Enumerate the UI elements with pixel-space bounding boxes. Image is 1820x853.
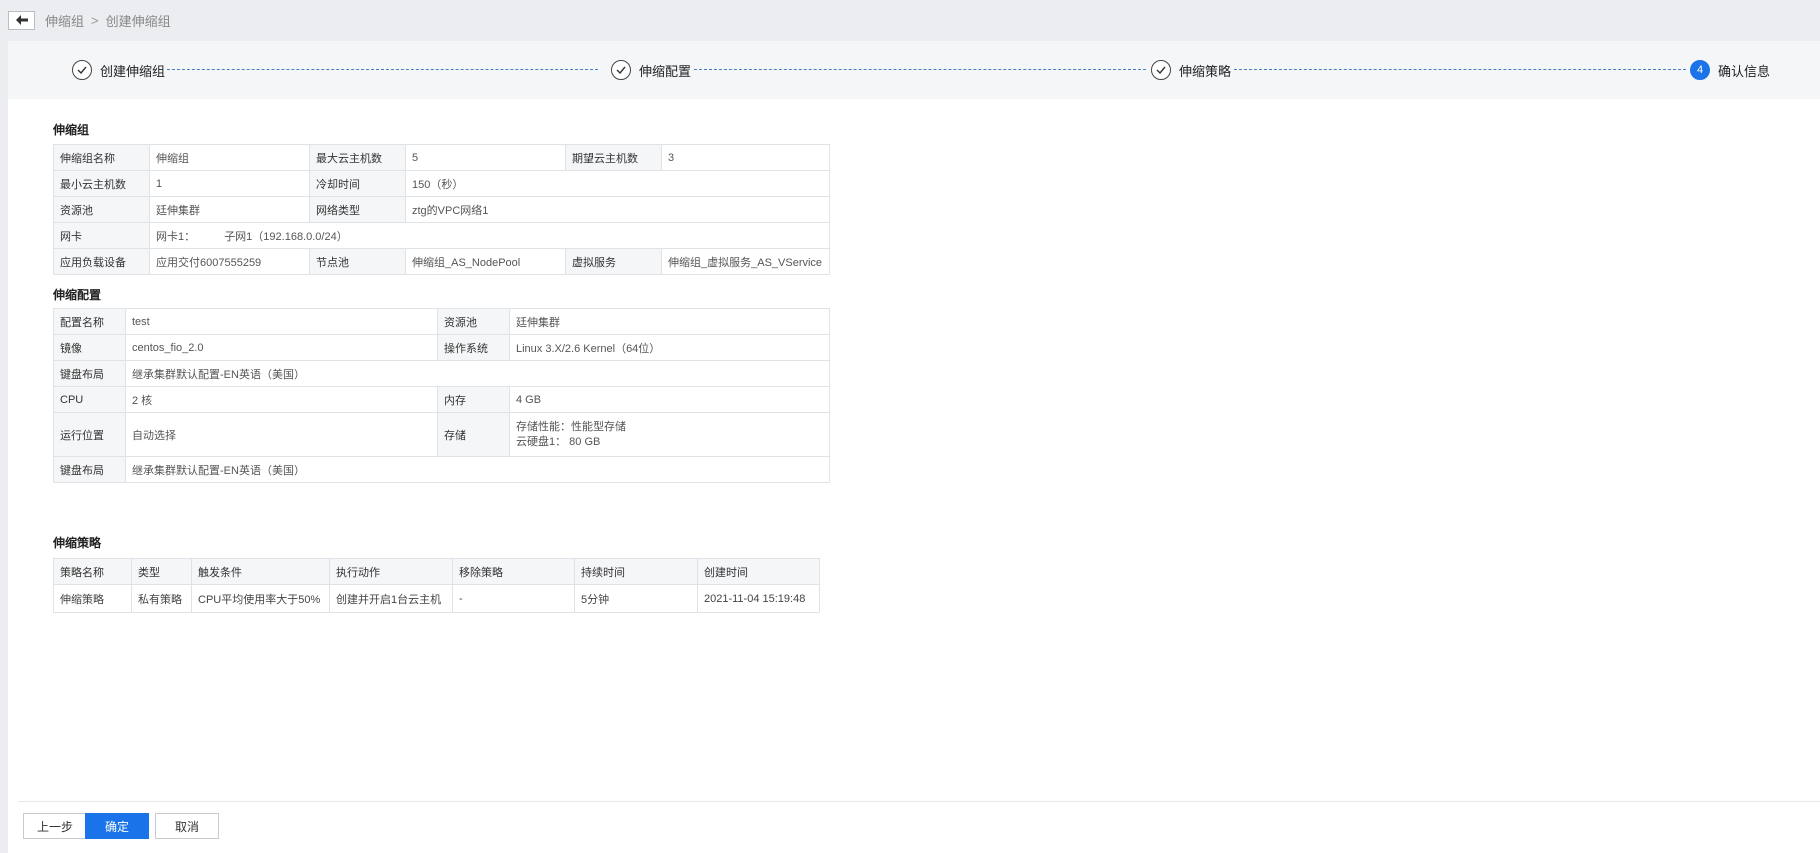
field-value: test bbox=[125, 308, 438, 335]
breadcrumb-separator: > bbox=[91, 12, 99, 28]
storage-disk: 云硬盘1： 80 GB bbox=[516, 435, 601, 448]
arrow-left-icon bbox=[15, 15, 28, 25]
field-label: 内存 bbox=[437, 386, 510, 413]
breadcrumb-current: 创建伸缩组 bbox=[105, 13, 171, 29]
step-connector bbox=[694, 69, 1146, 70]
field-value: 5 bbox=[405, 144, 566, 171]
check-icon bbox=[72, 60, 92, 80]
field-label: 伸缩组名称 bbox=[53, 144, 150, 171]
footer-divider bbox=[18, 801, 1820, 802]
field-value: 1 bbox=[149, 170, 310, 197]
step-4: 4 确认信息 bbox=[1690, 60, 1770, 80]
step-3: 伸缩策略 bbox=[1151, 60, 1231, 80]
field-value: 伸缩组_AS_NodePool bbox=[405, 248, 566, 275]
field-label: 网卡 bbox=[53, 222, 150, 249]
field-value: 4 GB bbox=[509, 386, 830, 413]
field-value: 伸缩组_虚拟服务_AS_VService bbox=[661, 248, 830, 275]
field-value: centos_fio_2.0 bbox=[125, 334, 438, 361]
field-label: CPU bbox=[53, 386, 126, 413]
field-label: 节点池 bbox=[309, 248, 406, 275]
field-value: Linux 3.X/2.6 Kernel（64位） bbox=[509, 334, 830, 361]
field-value: 2 核 bbox=[125, 386, 438, 413]
field-value: 继承集群默认配置-EN英语（美国） bbox=[125, 360, 830, 387]
table-cell: CPU平均使用率大于50% bbox=[191, 584, 330, 613]
policy-table: 策略名称 类型 触发条件 执行动作 移除策略 持续时间 创建时间 伸缩策略 私有… bbox=[53, 558, 820, 613]
field-value: 3 bbox=[661, 144, 830, 171]
field-label: 期望云主机数 bbox=[565, 144, 662, 171]
column-header: 执行动作 bbox=[329, 558, 453, 585]
main-panel: 创建伸缩组 伸缩配置 伸缩策略 4 确认信息 伸缩组 伸缩组名称 伸缩组 最大云… bbox=[8, 41, 1820, 853]
column-header: 持续时间 bbox=[574, 558, 698, 585]
field-label: 存储 bbox=[437, 412, 510, 457]
step-label: 确认信息 bbox=[1718, 63, 1771, 79]
column-header: 移除策略 bbox=[452, 558, 575, 585]
field-value: 伸缩组 bbox=[149, 144, 310, 171]
section-title-config: 伸缩配置 bbox=[53, 288, 102, 302]
step-2: 伸缩配置 bbox=[611, 60, 691, 80]
back-button[interactable] bbox=[8, 10, 35, 30]
step-number-badge: 4 bbox=[1690, 60, 1710, 80]
table-cell: 2021-11-04 15:19:48 bbox=[697, 584, 820, 613]
table-cell: 5分钟 bbox=[574, 584, 698, 613]
field-label: 最大云主机数 bbox=[309, 144, 406, 171]
field-value-storage: 存储性能：性能型存储 云硬盘1： 80 GB bbox=[509, 412, 830, 457]
field-value: 应用交付6007555259 bbox=[149, 248, 310, 275]
step-label: 伸缩策略 bbox=[1179, 63, 1232, 79]
step-label: 伸缩配置 bbox=[639, 63, 692, 79]
policy-header-row: 策略名称 类型 触发条件 执行动作 移除策略 持续时间 创建时间 bbox=[53, 558, 820, 585]
check-icon bbox=[611, 60, 631, 80]
step-connector bbox=[167, 69, 598, 70]
field-label: 键盘布局 bbox=[53, 360, 126, 387]
table-cell: 私有策略 bbox=[131, 584, 192, 613]
top-bar: 伸缩组 > 创建伸缩组 bbox=[0, 0, 1820, 40]
table-cell: - bbox=[452, 584, 575, 613]
field-label: 键盘布局 bbox=[53, 456, 126, 483]
field-label: 资源池 bbox=[53, 196, 150, 223]
step-connector bbox=[1234, 69, 1686, 70]
nic-name: 网卡1： bbox=[156, 230, 196, 243]
field-label: 虚拟服务 bbox=[565, 248, 662, 275]
table-cell: 伸缩策略 bbox=[53, 584, 132, 613]
field-label: 操作系统 bbox=[437, 334, 510, 361]
prev-step-button[interactable]: 上一步 bbox=[23, 813, 87, 839]
cancel-button[interactable]: 取消 bbox=[155, 813, 219, 839]
field-label: 冷却时间 bbox=[309, 170, 406, 197]
column-header: 创建时间 bbox=[697, 558, 820, 585]
breadcrumb: 伸缩组 > 创建伸缩组 bbox=[45, 11, 171, 30]
group-info-table: 伸缩组名称 伸缩组 最大云主机数 5 期望云主机数 3 最小云主机数 1 冷却时… bbox=[53, 144, 830, 275]
section-title-policy: 伸缩策略 bbox=[53, 536, 102, 550]
storage-performance: 存储性能：性能型存储 bbox=[516, 420, 626, 433]
field-label: 运行位置 bbox=[53, 412, 126, 457]
step-indicator: 创建伸缩组 伸缩配置 伸缩策略 4 确认信息 bbox=[8, 41, 1820, 99]
field-value: ztg的VPC网络1 bbox=[405, 196, 830, 223]
field-label: 资源池 bbox=[437, 308, 510, 335]
check-icon bbox=[1151, 60, 1171, 80]
breadcrumb-parent[interactable]: 伸缩组 bbox=[45, 11, 84, 30]
field-label: 网络类型 bbox=[309, 196, 406, 223]
field-label: 最小云主机数 bbox=[53, 170, 150, 197]
field-label: 配置名称 bbox=[53, 308, 126, 335]
section-title-group: 伸缩组 bbox=[53, 123, 90, 137]
field-value-nic: 网卡1： 子网1（192.168.0.0/24） bbox=[149, 222, 830, 249]
field-value: 廷伸集群 bbox=[149, 196, 310, 223]
confirm-button[interactable]: 确定 bbox=[85, 813, 149, 839]
field-label: 镜像 bbox=[53, 334, 126, 361]
table-row: 伸缩策略 私有策略 CPU平均使用率大于50% 创建并开启1台云主机 - 5分钟… bbox=[53, 584, 820, 613]
column-header: 类型 bbox=[131, 558, 192, 585]
config-info-table: 配置名称 test 资源池 廷伸集群 镜像 centos_fio_2.0 操作系… bbox=[53, 308, 830, 483]
field-value: 廷伸集群 bbox=[509, 308, 830, 335]
step-1: 创建伸缩组 bbox=[72, 60, 165, 80]
step-label: 创建伸缩组 bbox=[100, 63, 166, 79]
field-value: 自动选择 bbox=[125, 412, 438, 457]
field-value: 150（秒） bbox=[405, 170, 830, 197]
column-header: 触发条件 bbox=[191, 558, 330, 585]
table-cell: 创建并开启1台云主机 bbox=[329, 584, 453, 613]
column-header: 策略名称 bbox=[53, 558, 132, 585]
field-value: 继承集群默认配置-EN英语（美国） bbox=[125, 456, 830, 483]
field-label: 应用负载设备 bbox=[53, 248, 150, 275]
nic-subnet: 子网1（192.168.0.0/24） bbox=[224, 230, 348, 243]
